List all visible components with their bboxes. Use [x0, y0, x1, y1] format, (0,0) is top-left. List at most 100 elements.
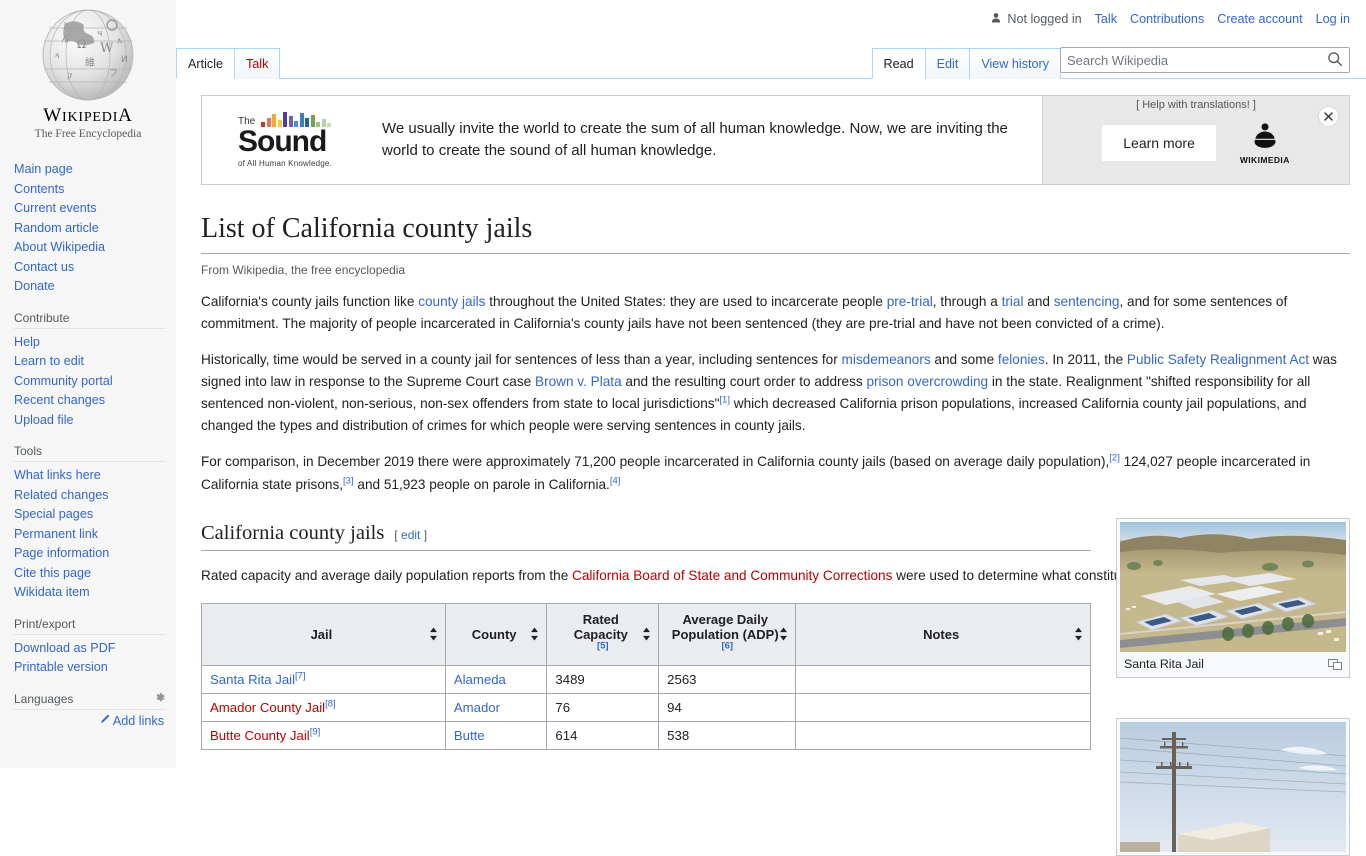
sidebar-item-related-changes[interactable]: Related changes [0, 486, 176, 506]
county-link[interactable]: Butte [454, 728, 485, 743]
search-button[interactable] [1321, 48, 1349, 72]
sort-icon[interactable] [429, 627, 438, 641]
sidebar-item-page-information[interactable]: Page information [0, 544, 176, 564]
jail-link[interactable]: Amador County Jail [210, 700, 325, 715]
reference-link[interactable]: [3] [343, 475, 354, 486]
intro-paragraph-3: For comparison, in December 2019 there w… [201, 452, 1311, 492]
sort-icon[interactable] [642, 627, 651, 641]
thumbnail-second-jail [1116, 718, 1350, 856]
close-icon[interactable] [1318, 106, 1339, 127]
sort-icon[interactable] [1074, 627, 1083, 641]
sidebar-item-permanent-link[interactable]: Permanent link [0, 525, 176, 545]
article-link[interactable]: Brown v. Plata [535, 374, 622, 389]
sidebar-item-current-events[interactable]: Current events [0, 199, 176, 219]
magnify-icon[interactable] [1328, 658, 1342, 670]
reference-link[interactable]: [8] [325, 698, 336, 709]
tab-edit[interactable]: Edit [924, 48, 971, 79]
sidebar-item: Main page [0, 160, 176, 180]
svg-text:ላ: ላ [55, 51, 60, 60]
reference-link[interactable]: [7] [295, 670, 306, 681]
reference-link[interactable]: [5] [597, 640, 609, 651]
article-link[interactable]: felonies [998, 352, 1045, 367]
sidebar-item-special-pages[interactable]: Special pages [0, 505, 176, 525]
search-input[interactable] [1061, 52, 1321, 68]
cell-rated-capacity: 614 [546, 720, 660, 750]
reference-link[interactable]: [2] [1109, 453, 1120, 464]
cell-adp: 94 [658, 692, 797, 722]
sidebar-item-contents[interactable]: Contents [0, 180, 176, 200]
reference-link[interactable]: [4] [610, 475, 621, 486]
tab-article[interactable]: Article [176, 48, 235, 79]
table-header-row: Jail County Rated Capacity[5] Average Daily… [201, 602, 1091, 666]
article-link[interactable]: county jails [418, 294, 485, 309]
wikipedia-wordmark: WIKIPEDIA [43, 106, 132, 125]
search-box[interactable] [1060, 47, 1350, 73]
reference: [9] [310, 726, 321, 737]
county-link[interactable]: Alameda [454, 672, 506, 687]
table-header-notes[interactable]: Notes [795, 602, 1091, 666]
sidebar-item-main-page[interactable]: Main page [0, 160, 176, 180]
article-link[interactable]: prison overcrowding [866, 374, 988, 389]
sidebar-item-recent-changes[interactable]: Recent changes [0, 391, 176, 411]
sidebar-item-donate[interactable]: Donate [0, 277, 176, 297]
article-link[interactable]: Public Safety Realignment Act [1127, 352, 1309, 367]
sidebar-item-upload-file[interactable]: Upload file [0, 411, 176, 431]
sidebar-item: Random article [0, 219, 176, 239]
wikipedia-logo-block[interactable]: ч Ω W እ И ん ላ 維 フ ק ᚠ WIKIPEDIA The Free [0, 0, 176, 160]
sidebar-tools-heading: Tools [14, 440, 166, 462]
article-link[interactable]: pre-trial [887, 294, 933, 309]
table-header-label: Average Daily Population (ADP) [671, 611, 779, 642]
table-body: Santa Rita Jail[7] Alameda 3489 2563 Amador … [201, 664, 1091, 750]
learn-more-button[interactable]: Learn more [1102, 125, 1216, 161]
sidebar-item-what-links-here[interactable]: What links here [0, 466, 176, 486]
tab-talk[interactable]: Talk [234, 48, 281, 79]
tab-read[interactable]: Read [871, 48, 926, 79]
article-link[interactable]: trial [1002, 294, 1024, 309]
sidebar-languages-group: Languages Add links [0, 688, 176, 728]
utility-pole-photo[interactable] [1120, 722, 1346, 852]
table-header-jail[interactable]: Jail [201, 602, 446, 666]
sidebar-item-about-wikipedia[interactable]: About Wikipedia [0, 238, 176, 258]
sidebar-item-random-article[interactable]: Random article [0, 219, 176, 239]
article-red-link[interactable]: California Board of State and Community … [572, 568, 892, 583]
article-link[interactable]: misdemeanors [842, 352, 931, 367]
county-link[interactable]: Amador [454, 700, 500, 715]
table-header-county[interactable]: County [444, 602, 548, 666]
table-header-average-daily-population-adp-[interactable]: Average Daily Population (ADP)[6] [658, 602, 797, 666]
reference-link[interactable]: [6] [721, 640, 733, 651]
user-link-log-in[interactable]: Log in [1316, 12, 1350, 26]
add-links-button[interactable]: Add links [99, 714, 164, 728]
jail-link[interactable]: Butte County Jail [210, 728, 310, 743]
sidebar-item: Help [0, 333, 176, 353]
sidebar-item-community-portal[interactable]: Community portal [0, 372, 176, 392]
not-logged-in-label: Not logged in [1007, 12, 1082, 26]
sidebar-item-printable-version[interactable]: Printable version [0, 658, 176, 678]
tab-view-history[interactable]: View history [969, 48, 1061, 79]
sidebar-item-wikidata-item[interactable]: Wikidata item [0, 583, 176, 603]
edit-link[interactable]: edit [401, 528, 420, 542]
section-edit-link: [ edit ] [394, 528, 427, 542]
sidebar-item-help[interactable]: Help [0, 333, 176, 353]
user-link-talk[interactable]: Talk [1095, 12, 1117, 26]
wikipedia-globe-icon[interactable]: ч Ω W እ И ん ላ 維 フ ק ᚠ [37, 8, 140, 102]
sidebar-item-cite-this-page[interactable]: Cite this page [0, 564, 176, 584]
sort-icon[interactable] [779, 627, 788, 641]
user-link-contributions[interactable]: Contributions [1130, 12, 1204, 26]
sidebar-item-download-as-pdf[interactable]: Download as PDF [0, 639, 176, 659]
user-link-create-account[interactable]: Create account [1217, 12, 1302, 26]
sidebar-tools-list: What links here Related changes Special pa… [0, 466, 176, 603]
table-row: Amador County Jail[8] Amador 76 94 [201, 692, 1091, 722]
jail-link[interactable]: Santa Rita Jail [210, 672, 295, 687]
santa-rita-jail-photo[interactable] [1120, 522, 1346, 652]
sidebar-item-learn-to-edit[interactable]: Learn to edit [0, 352, 176, 372]
reference-link[interactable]: [1] [719, 395, 730, 406]
article-link[interactable]: sentencing [1054, 294, 1120, 309]
sidebar-item-contact-us[interactable]: Contact us [0, 258, 176, 278]
section-heading-label: California county jails [201, 521, 385, 544]
sidebar-item: Learn to edit [0, 352, 176, 372]
reference-link[interactable]: [9] [310, 726, 321, 737]
sort-icon[interactable] [530, 627, 539, 641]
table-header-rated-capacity[interactable]: Rated Capacity[5] [546, 602, 660, 666]
gear-icon[interactable] [153, 691, 166, 704]
the-sound-logo: The Sound of All Human Knowledge. [238, 112, 348, 168]
